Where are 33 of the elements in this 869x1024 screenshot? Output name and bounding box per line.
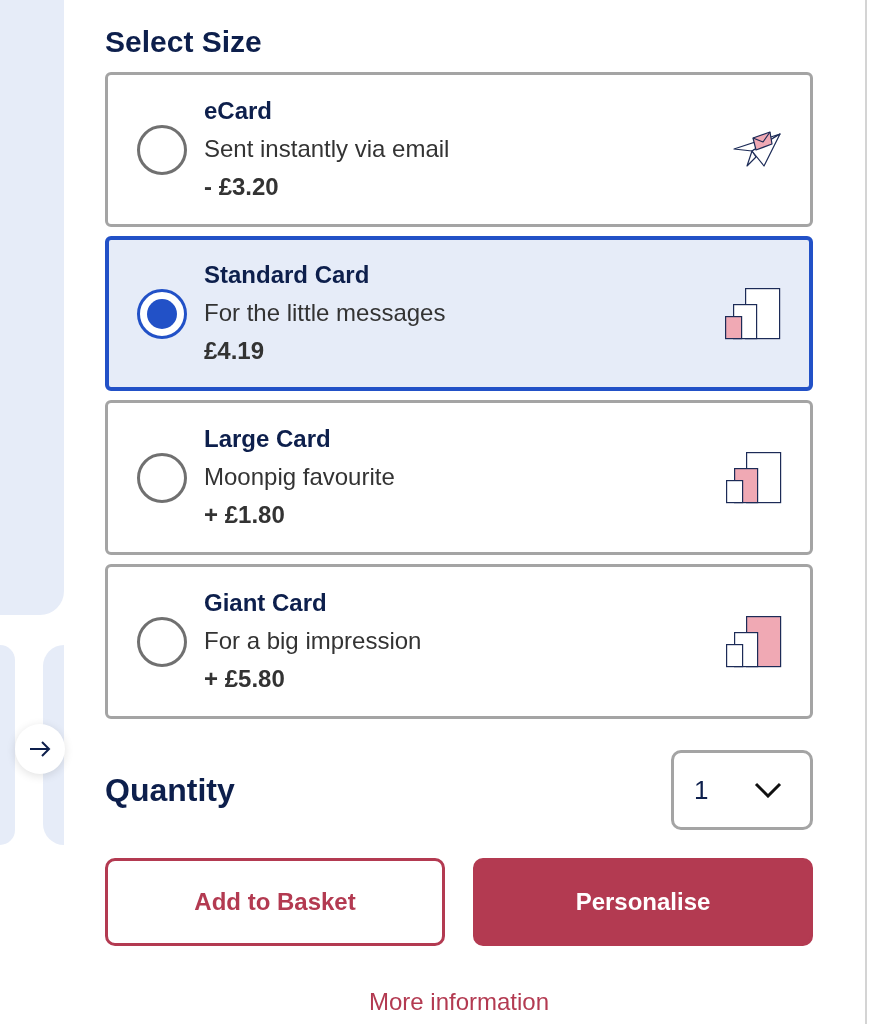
personalise-button[interactable]: Personalise [473, 858, 813, 946]
option-description: For a big impression [204, 627, 423, 656]
size-option[interactable]: Large Card Moonpig favourite + £1.80 [105, 400, 813, 555]
chevron-down-icon [754, 782, 782, 798]
medium-card-size-icon [726, 451, 782, 504]
radio-button[interactable] [137, 452, 187, 503]
quantity-label: Quantity [105, 771, 235, 810]
size-option[interactable]: Standard Card For the little messages £4.19 [105, 236, 813, 391]
radio-button[interactable] [137, 124, 187, 175]
option-price: £4.19 [204, 336, 266, 366]
next-button[interactable] [15, 724, 65, 774]
size-option[interactable]: eCard Sent instantly via email - £3.20 [105, 72, 813, 227]
option-description: For the little messages [204, 299, 447, 328]
large-card-size-icon [726, 615, 782, 668]
radio-button[interactable] [137, 616, 187, 667]
more-information-link[interactable]: More information [368, 984, 550, 1020]
option-name: Large Card [204, 425, 332, 455]
option-price: - £3.20 [204, 172, 280, 202]
small-card-size-icon [725, 287, 781, 340]
option-name: eCard [204, 97, 274, 127]
add-to-basket-button[interactable]: Add to Basket [105, 858, 445, 946]
radio-button[interactable] [137, 288, 187, 339]
option-description: Sent instantly via email [204, 135, 451, 164]
quantity-select[interactable]: 1 [671, 750, 813, 830]
thumbnail[interactable] [0, 645, 15, 845]
option-price: + £1.80 [204, 500, 286, 530]
option-price: + £5.80 [204, 664, 286, 694]
option-name: Giant Card [204, 589, 328, 619]
option-description: Moonpig favourite [204, 463, 396, 492]
option-name: Standard Card [204, 261, 371, 291]
section-title: Select Size [105, 24, 263, 60]
size-option[interactable]: Giant Card For a big impression + £5.80 [105, 564, 813, 719]
arrow-right-icon [29, 741, 51, 757]
